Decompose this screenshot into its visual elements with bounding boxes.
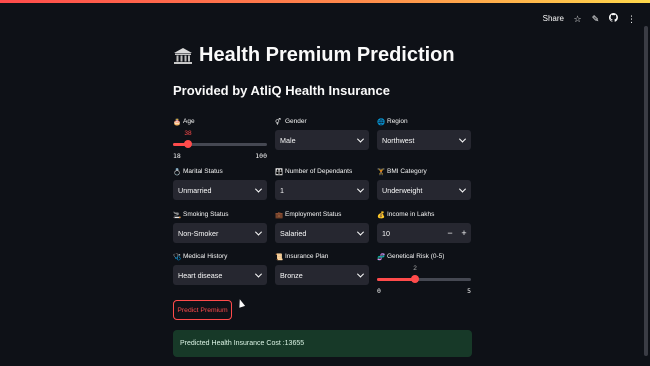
marital-status-select[interactable]: Unmarried xyxy=(173,180,267,200)
more-vertical-icon[interactable]: ⋮ xyxy=(627,14,636,24)
genetical-risk-min: 0 xyxy=(377,287,381,295)
smoking-label: Smoking Status xyxy=(183,211,229,218)
chevron-down-icon xyxy=(254,270,263,278)
region-field: 🌐 Region Northwest xyxy=(377,117,471,150)
income-field: 💰 Income in Lakhs 10 − + xyxy=(377,210,471,243)
chevron-down-icon xyxy=(356,228,365,236)
insurance-plan-field: 📜 Insurance Plan Bronze xyxy=(275,252,369,285)
age-slider-thumb[interactable] xyxy=(184,140,192,148)
family-icon: 👪 xyxy=(275,168,284,176)
gender-select[interactable]: Male xyxy=(275,130,369,150)
pencil-icon[interactable]: ✎ xyxy=(591,14,600,24)
dna-icon: 🧬 xyxy=(377,253,386,261)
age-slider-value: 38 xyxy=(184,130,192,137)
income-input[interactable]: 10 xyxy=(377,229,443,238)
genetical-risk-max: 5 xyxy=(467,287,471,295)
marital-status-field: 💍 Marital Status Unmarried xyxy=(173,167,267,200)
chevron-down-icon xyxy=(254,185,263,193)
chevron-down-icon xyxy=(356,270,365,278)
scroll-icon: 📜 xyxy=(275,253,284,261)
predict-premium-button[interactable]: Predict Premium xyxy=(173,300,232,320)
chevron-down-icon xyxy=(254,228,263,236)
insurance-plan-label: Insurance Plan xyxy=(285,253,329,260)
genetical-risk-slider[interactable]: 2 0 5 xyxy=(377,265,471,295)
dependants-select[interactable]: 1 xyxy=(275,180,369,200)
genetical-risk-value: 2 xyxy=(413,265,417,272)
ring-icon: 💍 xyxy=(173,168,182,176)
page-title-text: Health Premium Prediction xyxy=(199,44,455,66)
header-actions: Share ☆ ✎ ⋮ xyxy=(543,13,636,24)
employment-label: Employment Status xyxy=(285,211,342,218)
gender-label: Gender xyxy=(285,118,307,125)
genetical-risk-field: 🧬 Genetical Risk (0-5) 2 0 5 xyxy=(377,252,471,295)
bmi-label: BMI Category xyxy=(387,168,427,175)
region-select[interactable]: Northwest xyxy=(377,130,471,150)
decrement-button[interactable]: − xyxy=(443,228,457,238)
income-label: Income in Lakhs xyxy=(387,211,435,218)
github-icon[interactable] xyxy=(608,13,618,24)
age-slider-max: 100 xyxy=(255,152,267,160)
top-decoration-bar xyxy=(0,0,650,3)
bmi-field: 🏋 BMI Category Underweight xyxy=(377,167,471,200)
cigarette-icon: 🚬 xyxy=(173,211,182,219)
medical-history-select[interactable]: Heart disease xyxy=(173,265,267,285)
star-icon[interactable]: ☆ xyxy=(573,14,582,24)
age-slider-min: 18 xyxy=(173,152,181,160)
mouse-cursor-icon xyxy=(236,298,246,308)
increment-button[interactable]: + xyxy=(457,228,471,238)
chevron-down-icon xyxy=(356,135,365,143)
bmi-select[interactable]: Underweight xyxy=(377,180,471,200)
age-label: Age xyxy=(183,118,195,125)
employment-select[interactable]: Salaried xyxy=(275,223,369,243)
stethoscope-icon: 🩺 xyxy=(173,253,182,261)
smoking-field: 🚬 Smoking Status Non-Smoker xyxy=(173,210,267,243)
medical-history-label: Medical History xyxy=(183,253,228,260)
dependants-field: 👪 Number of Dependants 1 xyxy=(275,167,369,200)
dumbbell-icon: 🏋 xyxy=(377,168,386,176)
scrollbar[interactable] xyxy=(644,26,648,356)
share-button[interactable]: Share xyxy=(543,14,564,23)
genetical-risk-thumb[interactable] xyxy=(411,275,419,283)
genetical-risk-label: Genetical Risk (0-5) xyxy=(387,253,445,260)
chevron-down-icon xyxy=(458,185,467,193)
dependants-label: Number of Dependants xyxy=(285,168,353,175)
bank-icon xyxy=(174,47,192,64)
page-title: Health Premium Prediction xyxy=(173,44,455,67)
region-label: Region xyxy=(387,118,408,125)
smoking-select[interactable]: Non-Smoker xyxy=(173,223,267,243)
globe-icon: 🌐 xyxy=(377,118,386,126)
briefcase-icon: 💼 xyxy=(275,211,284,219)
chevron-down-icon xyxy=(458,135,467,143)
cake-icon: 🎂 xyxy=(173,118,182,126)
money-bag-icon: 💰 xyxy=(377,211,386,219)
gender-field: ⚥ Gender Male xyxy=(275,117,369,150)
page-subtitle: Provided by AtliQ Health Insurance xyxy=(173,83,390,98)
medical-history-field: 🩺 Medical History Heart disease xyxy=(173,252,267,285)
insurance-plan-select[interactable]: Bronze xyxy=(275,265,369,285)
gender-icon: ⚥ xyxy=(275,118,281,126)
chevron-down-icon xyxy=(356,185,365,193)
employment-field: 💼 Employment Status Salaried xyxy=(275,210,369,243)
income-number-input: 10 − + xyxy=(377,223,471,243)
age-slider[interactable]: 38 18 100 xyxy=(173,130,267,160)
prediction-result-alert: Predicted Health Insurance Cost :13655 xyxy=(173,330,472,357)
marital-status-label: Marital Status xyxy=(183,168,223,175)
age-field: 🎂 Age 38 18 100 xyxy=(173,117,267,160)
